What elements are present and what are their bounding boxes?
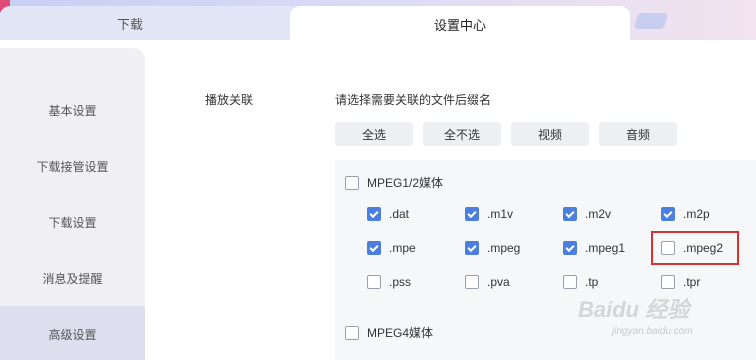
checkbox[interactable] [661, 275, 675, 289]
watermark-logo: Baidu 经验 [578, 297, 690, 322]
ext-pva[interactable]: .pva [465, 275, 510, 289]
group-mpeg4[interactable]: MPEG4媒体 [345, 324, 433, 341]
tab-settings-center[interactable]: 设置中心 [290, 6, 630, 42]
ext-label: .pva [487, 275, 510, 289]
ext-dat[interactable]: .dat [367, 207, 409, 221]
sidebar-item-advanced[interactable]: 高级设置 [0, 306, 145, 360]
checkbox[interactable] [367, 207, 381, 221]
select-none-button[interactable]: 全不选 [423, 122, 501, 146]
group-mpeg4-checkbox[interactable] [345, 325, 359, 340]
sidebar-item-download[interactable]: 下载设置 [0, 194, 145, 250]
hint-text: 请选择需要关联的文件后缀名 [335, 93, 492, 107]
audio-button[interactable]: 音频 [599, 122, 677, 146]
new-tab-icon[interactable] [633, 13, 669, 29]
tab-settings-center-label: 设置中心 [433, 18, 486, 33]
ext-label: .mpeg1 [585, 241, 626, 255]
group-mpeg4-label: MPEG4媒体 [367, 326, 434, 340]
highlight-annotation [651, 231, 739, 265]
ext-pss[interactable]: .pss [367, 275, 411, 289]
ext-mpeg1[interactable]: .mpeg1 [563, 241, 625, 255]
ext-label: .m2v [585, 207, 612, 221]
ext-label: .dat [389, 207, 410, 221]
checkbox[interactable] [563, 207, 577, 221]
checkbox[interactable] [661, 207, 675, 221]
ext-label: .m1v [487, 207, 514, 221]
group-mpeg12-checkbox[interactable] [345, 175, 359, 190]
ext-label: .mpeg [487, 241, 521, 255]
ext-mpe[interactable]: .mpe [367, 241, 416, 255]
ext-tp[interactable]: .tp [563, 275, 598, 289]
ext-label: .mpe [389, 241, 416, 255]
sidebar-item-notifications[interactable]: 消息及提醒 [0, 250, 145, 306]
sidebar: 基本设置 下载接管设置 下载设置 消息及提醒 高级设置 [0, 48, 145, 360]
ext-m2p[interactable]: .m2p [661, 207, 710, 221]
select-all-button[interactable]: 全选 [335, 122, 413, 146]
checkbox[interactable] [465, 241, 479, 255]
group-mpeg12[interactable]: MPEG1/2媒体 [345, 174, 443, 191]
ext-label: .tp [585, 275, 599, 289]
ext-m1v[interactable]: .m1v [465, 207, 513, 221]
sidebar-item-download-takeover[interactable]: 下载接管设置 [0, 138, 145, 194]
checkbox[interactable] [563, 241, 577, 255]
watermark-url: jingyan.baidu.com [612, 326, 693, 337]
ext-mpeg[interactable]: .mpeg [465, 241, 520, 255]
tab-download-label: 下载 [116, 17, 143, 32]
ext-label: .pss [389, 275, 412, 289]
checkbox[interactable] [367, 275, 381, 289]
checkbox[interactable] [465, 207, 479, 221]
checkbox[interactable] [563, 275, 577, 289]
tab-bar: 下载 设置中心 [0, 0, 756, 42]
section-label: 播放关联 [205, 93, 254, 107]
sidebar-item-basic[interactable]: 基本设置 [0, 82, 145, 138]
ext-tpr[interactable]: .tpr [661, 275, 700, 289]
ext-label: .m2p [683, 207, 710, 221]
checkbox[interactable] [367, 241, 381, 255]
tab-download[interactable]: 下载 [0, 6, 298, 40]
ext-label: .tpr [683, 275, 701, 289]
group-mpeg12-label: MPEG1/2媒体 [367, 176, 444, 190]
ext-m2v[interactable]: .m2v [563, 207, 611, 221]
video-button[interactable]: 视频 [511, 122, 589, 146]
checkbox[interactable] [465, 275, 479, 289]
